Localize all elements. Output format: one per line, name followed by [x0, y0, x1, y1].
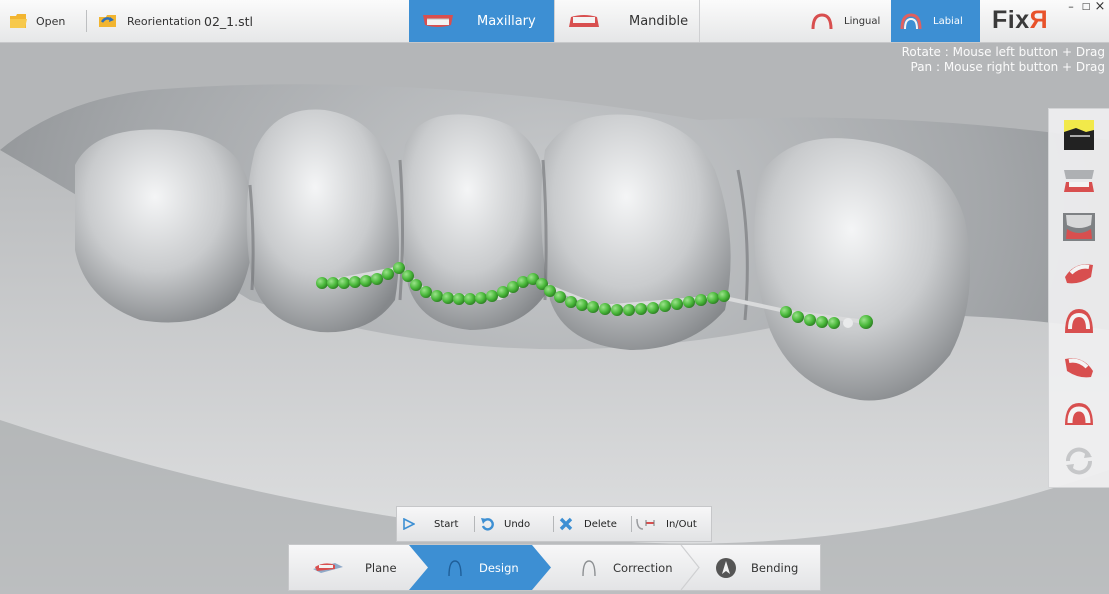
plane-icon — [313, 562, 343, 573]
delete-button[interactable]: Delete — [559, 507, 617, 541]
occlusal-open-icon — [1064, 170, 1094, 192]
correction-arch-icon — [582, 559, 596, 576]
arch-front-button[interactable] — [1059, 207, 1099, 247]
step-design[interactable]: Design — [445, 545, 519, 590]
inout-icon — [636, 518, 655, 530]
labial-label: Labial — [933, 15, 963, 27]
inout-label: In/Out — [666, 518, 697, 530]
start-button[interactable]: Start — [403, 507, 458, 541]
mandible-jaw-icon — [569, 15, 599, 27]
arch-front-icon — [1063, 213, 1095, 241]
start-label: Start — [434, 518, 459, 530]
lingual-label: Lingual — [844, 15, 881, 27]
play-icon — [403, 518, 415, 530]
tab-mandible[interactable]: Mandible — [554, 0, 700, 42]
open-label: Open — [36, 14, 66, 28]
bending-label: Bending — [751, 560, 799, 575]
tool-divider — [474, 516, 475, 532]
maxillary-jaw-icon — [423, 15, 453, 27]
undo-button[interactable]: Undo — [481, 507, 530, 541]
rotate-hint: Rotate : Mouse left button + Drag — [901, 45, 1105, 59]
step-plane[interactable]: Plane — [311, 545, 397, 590]
tab-maxillary[interactable]: Maxillary — [409, 0, 554, 42]
jaw-front-icon — [1065, 309, 1093, 333]
jaw-left-icon — [1065, 358, 1093, 378]
step-correction[interactable]: Correction — [579, 545, 673, 590]
jaw-bottom-icon — [1065, 403, 1093, 425]
maxillary-label: Maxillary — [477, 13, 536, 29]
mandible-label: Mandible — [629, 13, 689, 29]
inout-button[interactable]: In/Out — [635, 507, 697, 541]
design-label: Design — [479, 560, 519, 575]
toolbar-divider — [86, 10, 87, 32]
reorientation-icon — [99, 15, 116, 27]
step-bending[interactable]: Bending — [715, 545, 798, 590]
tab-lingual[interactable]: Lingual — [806, 0, 890, 42]
correction-label: Correction — [613, 560, 673, 575]
plane-label: Plane — [365, 560, 397, 575]
maximize-button[interactable]: □ — [1080, 1, 1092, 13]
jaw-right-icon — [1065, 264, 1093, 284]
wire-profile-icon — [1064, 120, 1094, 150]
labial-view-icon — [900, 13, 922, 30]
tab-labial[interactable]: Labial — [891, 0, 980, 42]
delete-icon — [559, 517, 573, 531]
delete-label: Delete — [584, 518, 617, 530]
jaw-front-button[interactable] — [1059, 301, 1099, 341]
jaw-left-button[interactable] — [1059, 347, 1099, 387]
reset-rotate-button[interactable] — [1059, 441, 1099, 481]
reset-rotate-icon — [1066, 447, 1092, 475]
undo-label: Undo — [504, 518, 531, 530]
tool-divider — [553, 516, 554, 532]
lingual-view-icon — [811, 13, 833, 30]
workflow-steps: Plane Design Correction Bending — [288, 544, 821, 591]
file-name: 02_1.stl — [204, 13, 253, 29]
tool-divider — [631, 516, 632, 532]
view-palette — [1048, 108, 1109, 488]
close-button[interactable]: × — [1094, 0, 1106, 13]
folder-icon — [10, 14, 27, 28]
reorientation-button[interactable]: Reorientation — [98, 0, 201, 42]
minimize-button[interactable]: – — [1065, 1, 1077, 13]
top-toolbar: Open Reorientation 02_1.stl Maxillary Ma… — [0, 0, 1109, 43]
pan-hint: Pan : Mouse right button + Drag — [910, 60, 1106, 74]
app-logo: FixЯ — [992, 6, 1049, 34]
reorientation-label: Reorientation — [127, 14, 202, 28]
undo-icon — [481, 518, 494, 531]
occlusal-open-button[interactable] — [1059, 161, 1099, 201]
jaw-right-button[interactable] — [1059, 253, 1099, 293]
jaw-bottom-button[interactable] — [1059, 393, 1099, 433]
wire-profile-button[interactable] — [1059, 115, 1099, 155]
bending-tool-icon — [716, 557, 736, 578]
design-tools: Start Undo Delete In/Out — [396, 506, 712, 542]
design-arch-icon — [448, 559, 462, 576]
open-button[interactable]: Open — [10, 0, 65, 42]
